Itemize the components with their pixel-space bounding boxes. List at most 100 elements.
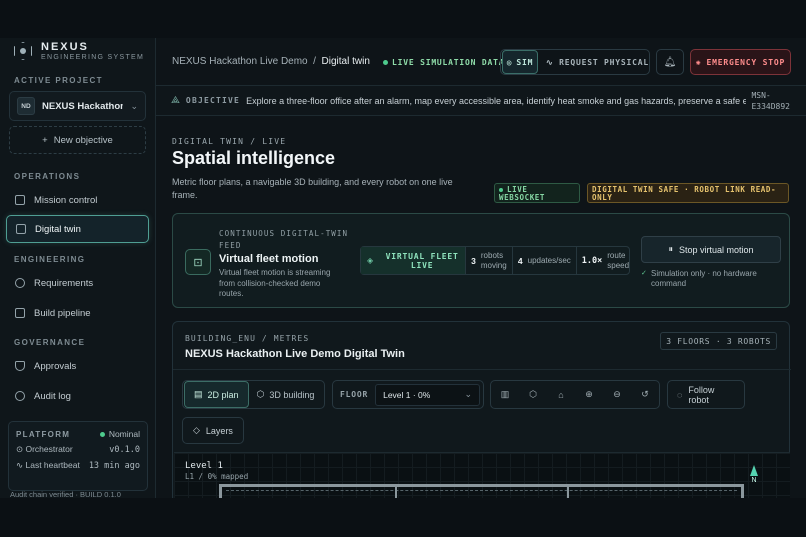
project-selector[interactable]: ND NEXUS Hackathon ... ⌄: [9, 91, 146, 121]
floor-select[interactable]: Level 1 · 0% ⌄: [375, 383, 480, 406]
digital-twin-card: BUILDING_ENU / METRES NEXUS Hackathon Li…: [172, 321, 791, 498]
follow-robot-label: Follow robot: [688, 384, 715, 405]
breadcrumb-current: Digital twin: [321, 56, 370, 67]
bell-icon: 🔔︎: [663, 56, 677, 68]
sidebar-item-mission-control[interactable]: Mission control: [6, 186, 149, 214]
sidebar: NEXUS ENGINEERING SYSTEM ACTIVE PROJECT …: [0, 38, 156, 498]
fleet-live-label: VIRTUAL FLEET LIVE: [385, 251, 459, 270]
sidebar-item-audit-log[interactable]: Audit log: [6, 382, 149, 410]
mission-id: MSN- E334D892: [751, 91, 790, 111]
app-window: NEXUS ENGINEERING SYSTEM ACTIVE PROJECT …: [0, 38, 806, 498]
twin-card-title: NEXUS Hackathon Live Demo Digital Twin: [185, 348, 405, 360]
layers-button[interactable]: ◇ Layers: [182, 417, 244, 444]
fleet-live-status: ◈ VIRTUAL FLEET LIVE: [361, 247, 467, 274]
audit-footer: Audit chain verified · BUILD 0.1.0: [10, 490, 121, 498]
north-compass: N: [750, 465, 758, 484]
robots-count: 3: [471, 255, 476, 266]
updates-count: 4: [517, 255, 523, 266]
git-branch-icon: [15, 278, 25, 288]
mode-switch: ◎ SIM ∿ REQUEST PHYSICAL: [500, 49, 650, 75]
top-bar: NEXUS Hackathon Live Demo / Digital twin…: [156, 38, 806, 86]
floor-plan-walls: [219, 484, 744, 498]
fleet-card-description: Virtual fleet motion is streaming from c…: [219, 268, 331, 298]
view-2d-button[interactable]: ▤ 2D plan: [184, 381, 249, 408]
floor-select-value: Level 1 · 0%: [383, 389, 431, 400]
follow-robot-button[interactable]: ◌ Follow robot: [667, 380, 745, 409]
shield-icon: [15, 361, 25, 371]
home-button[interactable]: ⌂: [547, 381, 575, 408]
platform-status-panel: PLATFORM Nominal ⊙ Orchestrator v0.1.0 ∿…: [8, 421, 148, 491]
twin-card-eyebrow: BUILDING_ENU / METRES: [185, 334, 310, 343]
notifications-button[interactable]: 🔔︎: [656, 49, 684, 75]
fleet-stats: ◈ VIRTUAL FLEET LIVE 3 robots moving 4 u…: [360, 246, 630, 275]
project-badge: ND: [17, 97, 35, 115]
safety-badge: DIGITAL TWIN SAFE · ROBOT LINK READ-ONLY: [587, 183, 789, 203]
stop-button-label: Stop virtual motion: [678, 244, 754, 255]
pulse-icon: ◈: [367, 256, 374, 265]
section-governance: GOVERNANCE: [14, 338, 86, 347]
heartbeat-label: ∿ Last heartbeat: [16, 460, 80, 470]
zoom-in-icon: ⊕: [585, 389, 593, 399]
orchestrator-label: ⊙ Orchestrator: [16, 444, 73, 454]
emergency-stop-button[interactable]: ✺ EMERGENCY STOP: [690, 49, 791, 75]
route-speed-stat: 1.0× route speed: [577, 247, 636, 274]
sidebar-item-build-pipeline[interactable]: Build pipeline: [6, 299, 149, 327]
route-speed-label: route speed: [607, 251, 630, 270]
zoom-out-button[interactable]: ⊖: [603, 381, 631, 408]
sidebar-item-label: Digital twin: [35, 223, 81, 235]
wall: [395, 487, 397, 498]
level-mapped: L1 / 0% mapped: [185, 472, 249, 481]
brand-subtitle: ENGINEERING SYSTEM: [41, 54, 145, 61]
floors-robots-badge: 3 FLOORS · 3 ROBOTS: [660, 332, 777, 350]
heartbeat-value: 13 min ago: [88, 460, 140, 471]
brand-name: NEXUS: [41, 41, 89, 53]
project-name: NEXUS Hackathon ...: [42, 100, 124, 112]
status-dot-icon: [99, 432, 105, 437]
map-icon: ▤: [194, 389, 203, 399]
plus-icon: +: [42, 134, 48, 146]
view-toggle: ▤ 2D plan ⬡ 3D building: [182, 380, 325, 409]
cube-icon: ⬡: [529, 389, 537, 399]
divider: [173, 369, 791, 370]
layers-icon: ◇: [193, 425, 200, 435]
new-objective-label: New objective: [53, 134, 113, 146]
sidebar-item-label: Approvals: [34, 360, 77, 372]
breadcrumb-parent[interactable]: NEXUS Hackathon Live Demo: [172, 56, 308, 67]
objective-label: OBJECTIVE: [185, 96, 241, 105]
zoom-in-button[interactable]: ⊕: [575, 381, 603, 408]
breadcrumb: NEXUS Hackathon Live Demo / Digital twin: [172, 56, 370, 67]
floor-label: FLOOR: [340, 390, 369, 399]
robots-label: robots moving: [480, 251, 507, 270]
stop-virtual-motion-button[interactable]: ⏸︎ Stop virtual motion: [641, 236, 781, 263]
active-project-label: ACTIVE PROJECT: [14, 76, 103, 85]
layers-label: Layers: [205, 425, 233, 436]
view-3d-button[interactable]: ⬡ 3D building: [249, 389, 323, 400]
floor-plan-canvas[interactable]: Level 1 L1 / 0% mapped N: [174, 452, 790, 498]
chevron-down-icon: ⌄: [130, 100, 138, 111]
reset-icon: ↺: [641, 389, 649, 399]
cube-view-button[interactable]: ⬡: [519, 381, 547, 408]
floor-selector-group: FLOOR Level 1 · 0% ⌄: [332, 380, 484, 409]
breadcrumb-separator: /: [310, 56, 319, 67]
new-objective-button[interactable]: + New objective: [9, 126, 146, 154]
objective-text: Explore a three-floor office after an al…: [246, 95, 747, 106]
map-icon: ▥: [500, 389, 510, 399]
request-physical-button[interactable]: ∿ REQUEST PHYSICAL: [538, 58, 649, 67]
map-controls: ▥ ⬡ ⌂ ⊕ ⊖ ↺: [490, 380, 660, 409]
fleet-card-title: Virtual fleet motion: [219, 253, 319, 265]
sim-mode-button[interactable]: ◎ SIM: [502, 50, 538, 74]
activity-icon: ∿: [546, 57, 560, 67]
map-view-button[interactable]: ▥: [491, 381, 519, 408]
sidebar-item-digital-twin[interactable]: Digital twin: [6, 215, 149, 243]
status-badge: Nominal: [99, 429, 140, 439]
sidebar-item-approvals[interactable]: Approvals: [6, 352, 149, 380]
live-websocket-badge: LIVE WEBSOCKET: [494, 183, 580, 203]
brand: NEXUS ENGINEERING SYSTEM: [14, 41, 144, 61]
status-text: Nominal: [108, 429, 140, 439]
crosshair-icon: ◌: [677, 389, 683, 400]
live-simulation-indicator: LIVE SIMULATION DATA: [383, 58, 504, 67]
reset-view-button[interactable]: ↺: [631, 381, 659, 408]
sidebar-item-requirements[interactable]: Requirements: [6, 269, 149, 297]
simulation-note: Simulation only · no hardware command: [641, 269, 781, 289]
cube-icon: ⬡: [256, 389, 265, 399]
